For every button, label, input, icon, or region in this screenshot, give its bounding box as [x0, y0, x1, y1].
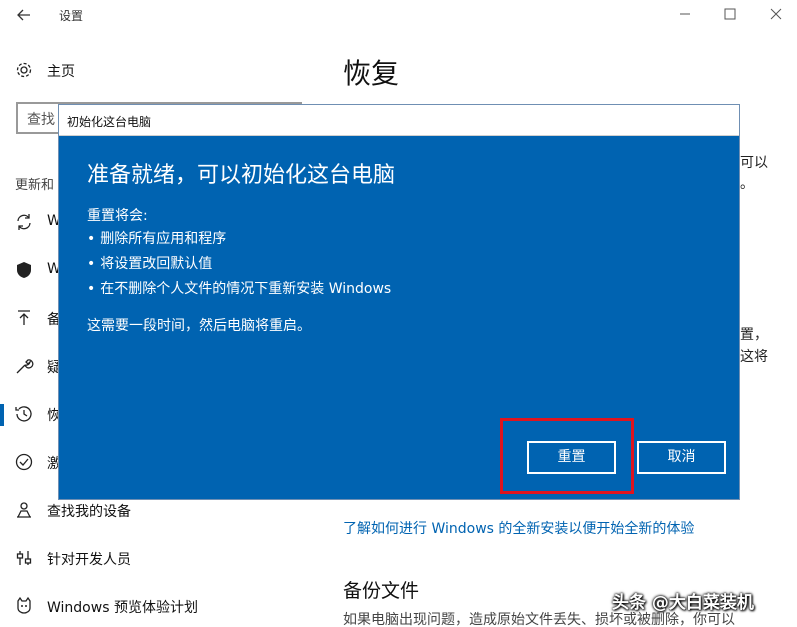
cancel-button[interactable]: 取消	[637, 441, 726, 474]
reset-effects-list: 删除所有应用和程序 将设置改回默认值 在不删除个人文件的情况下重新安装 Wind…	[87, 229, 391, 304]
list-item: 删除所有应用和程序	[87, 229, 391, 254]
app-title: 设置	[59, 9, 84, 23]
sidebar-item-label: 查找我的设备	[47, 504, 131, 520]
shield-icon	[17, 262, 31, 278]
page-title: 恢复	[343, 57, 400, 90]
close-icon[interactable]	[765, 4, 787, 24]
dialog-titlebar: 初始化这台电脑	[59, 105, 739, 136]
partial-text: 。	[740, 176, 754, 192]
person-location-icon	[17, 502, 31, 518]
reset-button[interactable]: 重置	[527, 441, 616, 474]
dev-settings-icon	[16, 551, 32, 565]
sidebar-item-label: Windows 预览体验计划	[47, 600, 198, 616]
list-item: 将设置改回默认值	[87, 254, 391, 279]
dialog-intro: 重置将会:	[87, 208, 148, 224]
backup-section-title: 备份文件	[343, 580, 420, 602]
history-icon	[15, 406, 32, 422]
minimize-icon[interactable]	[674, 4, 696, 24]
gear-icon	[16, 62, 32, 78]
sidebar-item-insider-program[interactable]: Windows 预览体验计划	[0, 586, 330, 626]
sidebar-item-label: 针对开发人员	[47, 552, 131, 568]
watermark: 头条 @大白菜装机	[612, 593, 754, 613]
dialog-note: 这需要一段时间，然后电脑将重启。	[87, 318, 311, 334]
back-arrow-icon[interactable]	[14, 5, 34, 25]
partial-text: 可以	[740, 155, 768, 171]
check-circle-icon	[15, 453, 33, 471]
backup-arrow-icon	[18, 310, 30, 325]
maximize-icon[interactable]	[719, 4, 741, 24]
search-placeholder: 查找	[27, 112, 55, 128]
reset-pc-dialog: 初始化这台电脑 准备就绪，可以初始化这台电脑 重置将会: 删除所有应用和程序 将…	[58, 104, 740, 500]
window-titlebar: 设置	[0, 0, 797, 30]
sidebar-item-home[interactable]: 主页	[0, 50, 330, 90]
partial-text: 置，	[740, 327, 768, 343]
cat-icon	[17, 596, 31, 614]
dialog-heading: 准备就绪，可以初始化这台电脑	[87, 163, 396, 188]
clean-install-link[interactable]: 了解如何进行 Windows 的全新安装以便开始全新的体验	[343, 518, 694, 538]
sidebar-item-for-developers[interactable]: 针对开发人员	[0, 538, 330, 578]
list-item: 在不删除个人文件的情况下重新安装 Windows	[87, 279, 391, 304]
sidebar-section-label: 更新和	[15, 178, 55, 193]
partial-text: 这将	[740, 349, 768, 365]
dialog-title: 初始化这台电脑	[67, 115, 152, 129]
wrench-icon	[16, 359, 34, 374]
sidebar-item-label: 主页	[47, 64, 75, 80]
sync-icon	[17, 214, 31, 230]
